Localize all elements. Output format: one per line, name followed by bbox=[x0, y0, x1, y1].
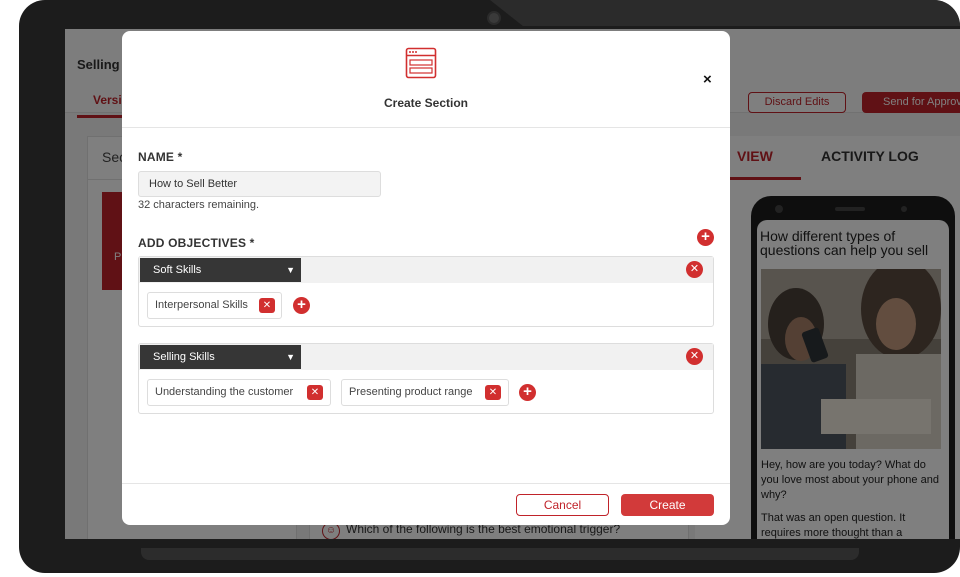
browser-window-icon bbox=[405, 47, 437, 79]
remove-chip-icon[interactable]: ✕ bbox=[259, 298, 275, 313]
category-select[interactable]: Soft Skills ▼ bbox=[140, 258, 301, 282]
remove-group-icon[interactable]: ✕ bbox=[686, 261, 703, 278]
laptop-base bbox=[141, 548, 859, 560]
category-select-value: Soft Skills bbox=[153, 264, 202, 276]
add-objective-icon[interactable]: + bbox=[293, 297, 310, 314]
chevron-down-icon: ▼ bbox=[286, 265, 295, 275]
modal-title: Create Section bbox=[383, 96, 469, 110]
objective-group: Soft Skills ▼ ✕ Interpersonal Skills ✕ + bbox=[138, 256, 714, 327]
close-icon[interactable]: × bbox=[703, 71, 712, 88]
objective-chip-label: Understanding the customer bbox=[155, 386, 294, 398]
create-section-modal: Create Section × NAME * 32 characters re… bbox=[122, 31, 730, 525]
objective-group-header: Selling Skills ▼ ✕ bbox=[139, 344, 713, 370]
remove-group-icon[interactable]: ✕ bbox=[686, 348, 703, 365]
objective-group-header: Soft Skills ▼ ✕ bbox=[139, 257, 713, 283]
objectives-label: ADD OBJECTIVES * bbox=[138, 236, 255, 250]
chars-remaining-text: 32 characters remaining. bbox=[138, 199, 260, 211]
objective-chip: Understanding the customer ✕ bbox=[147, 379, 331, 406]
objective-chip: Presenting product range ✕ bbox=[341, 379, 509, 406]
laptop-sheen bbox=[490, 0, 960, 26]
create-button[interactable]: Create bbox=[621, 494, 714, 516]
objective-chip-label: Presenting product range bbox=[349, 386, 473, 398]
modal-header: Create Section × bbox=[122, 31, 730, 128]
objective-chip-label: Interpersonal Skills bbox=[155, 299, 248, 311]
objective-chip: Interpersonal Skills ✕ bbox=[147, 292, 282, 319]
name-input[interactable] bbox=[138, 171, 381, 197]
cancel-button[interactable]: Cancel bbox=[516, 494, 609, 516]
name-label: NAME * bbox=[138, 150, 183, 164]
camera-icon bbox=[487, 11, 501, 25]
chevron-down-icon: ▼ bbox=[286, 352, 295, 362]
remove-chip-icon[interactable]: ✕ bbox=[485, 385, 501, 400]
category-select-value: Selling Skills bbox=[153, 351, 215, 363]
remove-chip-icon[interactable]: ✕ bbox=[307, 385, 323, 400]
modal-footer: Cancel Create bbox=[122, 483, 730, 525]
category-select[interactable]: Selling Skills ▼ bbox=[140, 345, 301, 369]
objective-group: Selling Skills ▼ ✕ Understanding the cus… bbox=[138, 343, 714, 414]
add-objective-group-icon[interactable]: + bbox=[697, 229, 714, 246]
add-objective-icon[interactable]: + bbox=[519, 384, 536, 401]
